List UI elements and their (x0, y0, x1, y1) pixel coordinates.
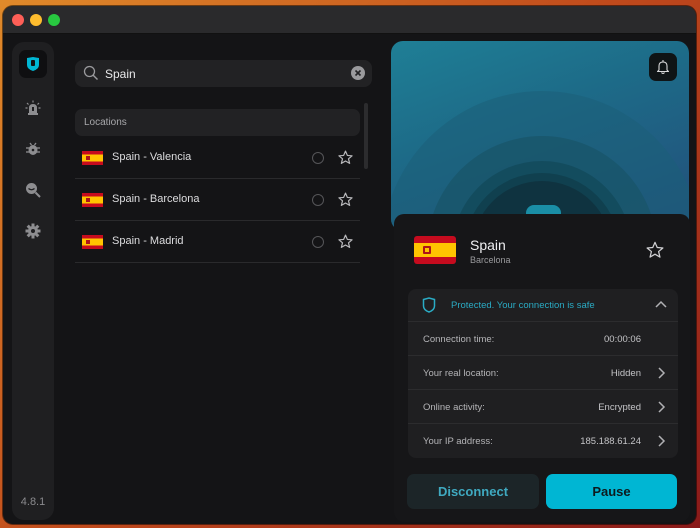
favorite-star-icon[interactable] (646, 241, 664, 259)
connection-time-value: 00:00:06 (604, 334, 641, 345)
search-zoom-icon (26, 183, 41, 198)
locations-scrollbar[interactable] (364, 103, 368, 169)
chevron-up-icon[interactable] (654, 299, 668, 309)
sidebar-item-vpn[interactable] (19, 50, 47, 78)
info-row-real-location[interactable]: Your real location: Hidden (408, 356, 678, 390)
bell-icon (656, 60, 670, 75)
info-row-online-activity[interactable]: Online activity: Encrypted (408, 390, 678, 424)
info-label: Your real location: (423, 368, 499, 379)
sidebar-item-settings[interactable] (19, 217, 47, 245)
close-window-button[interactable] (12, 14, 24, 26)
bug-icon (26, 142, 40, 155)
chevron-right-icon[interactable] (656, 434, 666, 448)
search-icon (83, 65, 98, 80)
radar-rings-graphic (391, 91, 689, 231)
shield-icon (422, 297, 436, 313)
ip-address-value: 185.188.61.24 (580, 436, 641, 447)
server-load-indicator (312, 236, 324, 248)
chevron-right-icon[interactable] (656, 366, 666, 380)
title-bar (3, 6, 696, 34)
app-window: 4.8.1 Locations Spain - Valencia (3, 6, 696, 524)
connected-country: Spain (470, 237, 506, 253)
connection-visual (391, 41, 689, 231)
locations-list: Spain - Valencia Spain - Barcelona Spain… (75, 137, 360, 263)
info-row-ip-address[interactable]: Your IP address: 185.188.61.24 (408, 424, 678, 458)
vpn-shield-icon (27, 57, 39, 71)
minimize-window-button[interactable] (30, 14, 42, 26)
clear-icon (354, 69, 362, 77)
location-name: Spain - Madrid (112, 235, 184, 247)
location-item-barcelona[interactable]: Spain - Barcelona (75, 179, 360, 221)
location-item-valencia[interactable]: Spain - Valencia (75, 137, 360, 179)
sidebar-item-alerts[interactable] (19, 94, 47, 122)
favorite-star-icon[interactable] (338, 150, 353, 165)
chevron-right-icon[interactable] (656, 400, 666, 414)
connection-panel: Spain Barcelona Protected. Your connecti… (394, 214, 690, 522)
favorite-star-icon[interactable] (338, 192, 353, 207)
info-label: Connection time: (423, 334, 495, 345)
clear-search-button[interactable] (351, 66, 365, 80)
search-input[interactable] (105, 64, 345, 83)
info-row-connection-time: Connection time: 00:00:06 (408, 322, 678, 356)
connected-city: Barcelona (470, 255, 511, 265)
spain-flag-icon (82, 151, 103, 165)
sidebar: 4.8.1 (12, 42, 54, 520)
server-load-indicator (312, 194, 324, 206)
favorite-star-icon[interactable] (338, 234, 353, 249)
spain-flag-icon (414, 236, 456, 264)
info-label: Online activity: (423, 402, 485, 413)
maximize-window-button[interactable] (48, 14, 60, 26)
alarm-icon (25, 100, 41, 115)
spain-flag-icon (82, 193, 103, 207)
location-name: Spain - Barcelona (112, 193, 200, 205)
protection-status-text: Protected. Your connection is safe (451, 300, 595, 311)
app-version: 4.8.1 (20, 496, 46, 508)
pause-button[interactable]: Pause (546, 474, 677, 509)
server-load-indicator (312, 152, 324, 164)
online-activity-value: Encrypted (598, 402, 641, 413)
notifications-button[interactable] (649, 53, 677, 81)
location-item-madrid[interactable]: Spain - Madrid (75, 221, 360, 263)
gear-icon (25, 223, 41, 239)
locations-header: Locations (75, 109, 360, 136)
location-name: Spain - Valencia (112, 151, 192, 163)
sidebar-item-scan[interactable] (19, 176, 47, 204)
spain-flag-icon (82, 235, 103, 249)
real-location-value: Hidden (610, 368, 641, 379)
disconnect-button[interactable]: Disconnect (407, 474, 539, 509)
protection-status-header[interactable]: Protected. Your connection is safe (408, 289, 678, 322)
search-box[interactable] (75, 60, 372, 87)
connection-info-card: Protected. Your connection is safe Conne… (408, 289, 678, 458)
sidebar-item-threats[interactable] (19, 135, 47, 163)
info-label: Your IP address: (423, 436, 493, 447)
